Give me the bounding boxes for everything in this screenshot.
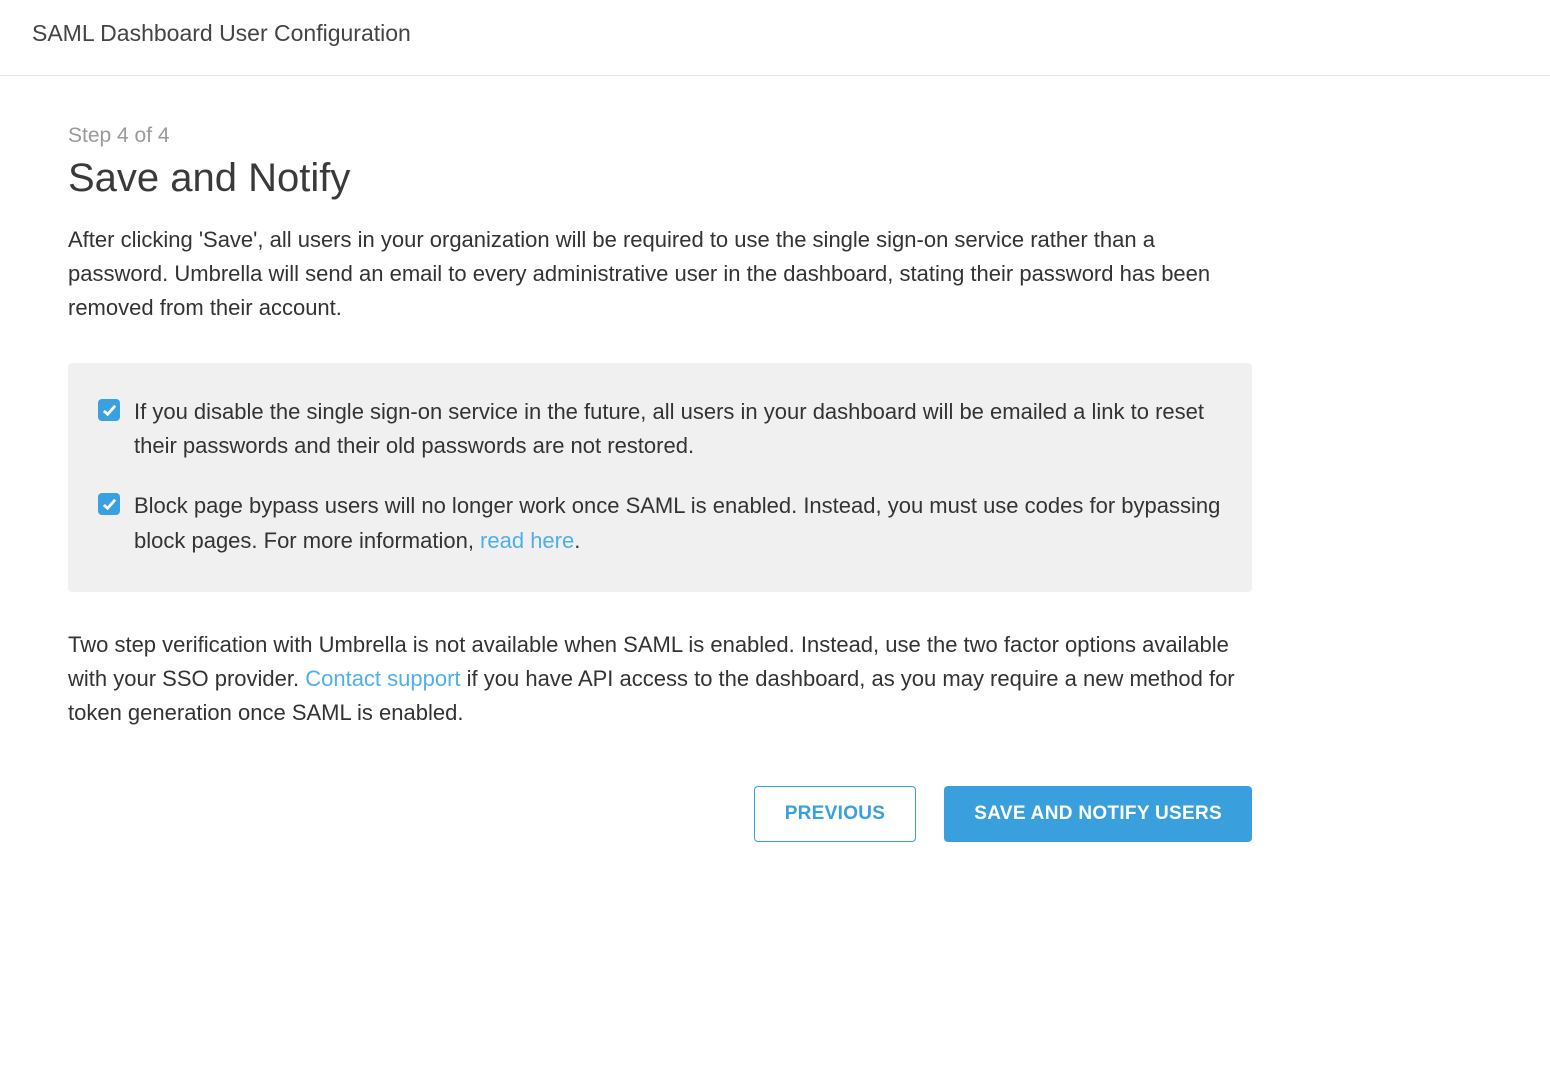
check-icon bbox=[102, 497, 117, 512]
acknowledgement-item: Block page bypass users will no longer w… bbox=[98, 489, 1222, 557]
step-title: Save and Notify bbox=[68, 156, 1252, 201]
read-here-link[interactable]: read here bbox=[480, 528, 574, 553]
acknowledgement-item: If you disable the single sign-on servic… bbox=[98, 395, 1222, 463]
acknowledgement-panel: If you disable the single sign-on servic… bbox=[68, 363, 1252, 591]
page-header: SAML Dashboard User Configuration bbox=[0, 0, 1550, 76]
save-and-notify-button[interactable]: SAVE AND NOTIFY USERS bbox=[944, 786, 1252, 842]
step-indicator: Step 4 of 4 bbox=[68, 124, 1252, 148]
main-content: Step 4 of 4 Save and Notify After clicki… bbox=[0, 76, 1320, 882]
ack-text-part: . bbox=[574, 528, 580, 553]
bottom-note: Two step verification with Umbrella is n… bbox=[68, 628, 1252, 730]
acknowledgement-text: If you disable the single sign-on servic… bbox=[134, 395, 1222, 463]
ack-text-part: Block page bypass users will no longer w… bbox=[134, 493, 1220, 552]
button-row: PREVIOUS SAVE AND NOTIFY USERS bbox=[68, 786, 1252, 842]
acknowledgement-checkbox[interactable] bbox=[98, 399, 120, 421]
previous-button[interactable]: PREVIOUS bbox=[754, 786, 917, 842]
step-description: After clicking 'Save', all users in your… bbox=[68, 223, 1252, 325]
acknowledgement-text: Block page bypass users will no longer w… bbox=[134, 489, 1222, 557]
acknowledgement-checkbox[interactable] bbox=[98, 493, 120, 515]
check-icon bbox=[102, 403, 117, 418]
contact-support-link[interactable]: Contact support bbox=[305, 666, 460, 691]
page-title: SAML Dashboard User Configuration bbox=[32, 20, 1518, 47]
